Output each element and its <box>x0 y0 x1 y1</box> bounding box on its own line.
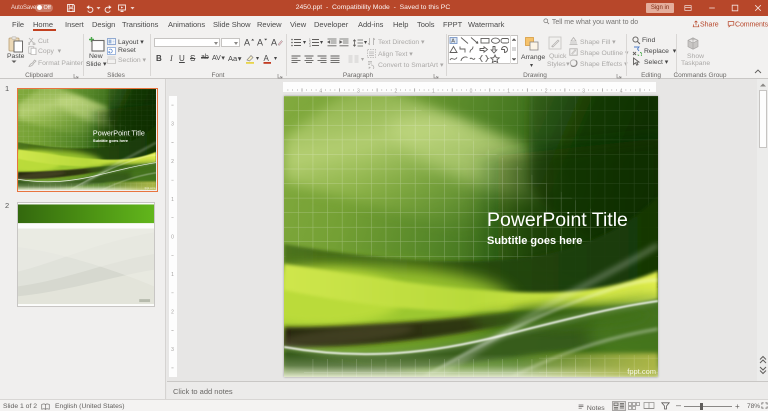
svg-text:A: A <box>257 38 263 48</box>
svg-text:A: A <box>244 38 250 48</box>
svg-text:3: 3 <box>309 44 311 47</box>
svg-text:3: 3 <box>582 88 585 94</box>
svg-text:1: 1 <box>507 88 510 94</box>
svg-text:3: 3 <box>357 88 360 94</box>
svg-text:2: 2 <box>171 159 174 165</box>
svg-text:A: A <box>451 39 455 45</box>
svg-text:3: 3 <box>171 347 174 353</box>
svg-text:1: 1 <box>171 272 174 278</box>
svg-text:A: A <box>264 54 270 63</box>
svg-text:1: 1 <box>171 197 174 203</box>
svg-text:2: 2 <box>545 88 548 94</box>
svg-text:4: 4 <box>620 88 623 94</box>
svg-text:2: 2 <box>171 309 174 315</box>
svg-text:0: 0 <box>470 88 473 94</box>
svg-text:0: 0 <box>171 234 174 240</box>
svg-text:2: 2 <box>395 88 398 94</box>
svg-text:1: 1 <box>432 88 435 94</box>
svg-text:4: 4 <box>319 88 322 94</box>
svg-text:A: A <box>271 38 277 48</box>
svg-text:3: 3 <box>171 122 174 128</box>
